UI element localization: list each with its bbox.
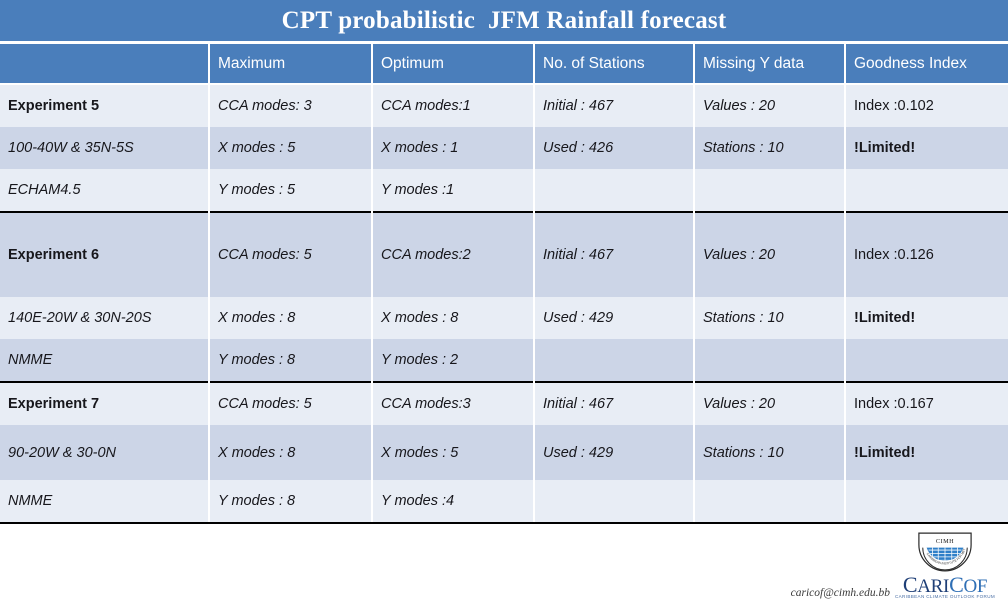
cell-goodness-index: [845, 169, 1008, 212]
cell-optimum: Y modes :1: [372, 169, 535, 212]
cell-model: NMME: [0, 480, 210, 524]
table-row: ECHAM4.5 Y modes : 5 Y modes :1: [0, 169, 1008, 212]
column-header-missing-y: Missing Y data: [694, 44, 846, 85]
footer: caricof@cimh.edu.bb CIMH CARIBBEAN INSTI…: [0, 530, 1008, 612]
cell-missing-y: Stations : 10: [694, 297, 846, 339]
table-header-row: Maximum Optimum No. of Stations Missing …: [0, 44, 1008, 85]
cell-maximum: X modes : 5: [209, 127, 373, 169]
cell-model: ECHAM4.5: [0, 169, 210, 212]
cell-missing-y: Values : 20: [694, 84, 846, 127]
cimh-seal-icon: CIMH CARIBBEAN INSTITUTE FOR METEO: [916, 530, 972, 572]
cell-missing-y: [694, 480, 846, 524]
cell-goodness-index: [845, 339, 1008, 382]
table-row: 140E-20W & 30N-20S X modes : 8 X modes :…: [0, 297, 1008, 339]
cell-domain: 90-20W & 30-0N: [0, 425, 210, 480]
cell-goodness-index: Index :0.126: [845, 211, 1008, 297]
cell-goodness-index: Index :0.102: [845, 84, 1008, 127]
cell-maximum: CCA modes: 5: [209, 381, 373, 425]
cell-optimum: X modes : 5: [372, 425, 535, 480]
cell-missing-y: Stations : 10: [694, 425, 846, 480]
table-row: NMME Y modes : 8 Y modes :4: [0, 480, 1008, 524]
cell-missing-y: Stations : 10: [694, 127, 846, 169]
cell-stations: [534, 339, 695, 382]
cell-limited-badge: !Limited!: [845, 425, 1008, 480]
cell-stations: Initial : 467: [534, 381, 695, 425]
table-row: Experiment 6 CCA modes: 5 CCA modes:2 In…: [0, 211, 1008, 297]
slide: CPT probabilistic JFM Rainfall forecast …: [0, 0, 1008, 612]
cell-limited-badge: !Limited!: [845, 127, 1008, 169]
cell-maximum: X modes : 8: [209, 425, 373, 480]
cell-optimum: X modes : 8: [372, 297, 535, 339]
column-header-experiment: [0, 44, 210, 85]
cell-optimum: CCA modes:3: [372, 381, 535, 425]
title-banner: CPT probabilistic JFM Rainfall forecast: [0, 0, 1008, 41]
forecast-table: Maximum Optimum No. of Stations Missing …: [0, 44, 1008, 524]
cell-goodness-index: Index :0.167: [845, 381, 1008, 425]
cell-maximum: CCA modes: 5: [209, 211, 373, 297]
cell-model: NMME: [0, 339, 210, 382]
cell-stations: Used : 429: [534, 297, 695, 339]
cell-missing-y: [694, 169, 846, 212]
cell-experiment-label: Experiment 5: [0, 84, 210, 127]
cell-experiment-label: Experiment 7: [0, 381, 210, 425]
caricof-tagline: CARIBBEAN CLIMATE OUTLOOK FORUM: [894, 594, 996, 599]
cell-goodness-index: [845, 480, 1008, 524]
cell-stations: [534, 169, 695, 212]
column-header-goodness-index: Goodness Index: [845, 44, 1008, 85]
cell-stations: Used : 426: [534, 127, 695, 169]
column-header-optimum: Optimum: [372, 44, 535, 85]
cell-missing-y: [694, 339, 846, 382]
cell-optimum: Y modes : 2: [372, 339, 535, 382]
column-header-maximum: Maximum: [209, 44, 373, 85]
caricof-logo: CIMH CARIBBEAN INSTITUTE FOR METEO: [886, 530, 1004, 612]
cell-stations: Initial : 467: [534, 84, 695, 127]
table-row: Experiment 5 CCA modes: 3 CCA modes:1 In…: [0, 84, 1008, 127]
table-row: NMME Y modes : 8 Y modes : 2: [0, 339, 1008, 382]
table-row: 90-20W & 30-0N X modes : 8 X modes : 5 U…: [0, 425, 1008, 480]
cell-missing-y: Values : 20: [694, 211, 846, 297]
cell-optimum: Y modes :4: [372, 480, 535, 524]
page-title: CPT probabilistic JFM Rainfall forecast: [281, 6, 727, 34]
table-row: 100-40W & 35N-5S X modes : 5 X modes : 1…: [0, 127, 1008, 169]
cell-limited-badge: !Limited!: [845, 297, 1008, 339]
cell-optimum: CCA modes:1: [372, 84, 535, 127]
cell-experiment-label: Experiment 6: [0, 211, 210, 297]
table-row: Experiment 7 CCA modes: 5 CCA modes:3 In…: [0, 381, 1008, 425]
cell-missing-y: Values : 20: [694, 381, 846, 425]
cell-maximum: CCA modes: 3: [209, 84, 373, 127]
cell-stations: Initial : 467: [534, 211, 695, 297]
cell-stations: Used : 429: [534, 425, 695, 480]
cell-maximum: Y modes : 8: [209, 339, 373, 382]
cell-maximum: Y modes : 8: [209, 480, 373, 524]
cell-domain: 100-40W & 35N-5S: [0, 127, 210, 169]
cell-optimum: X modes : 1: [372, 127, 535, 169]
svg-text:CIMH: CIMH: [936, 538, 954, 545]
cell-maximum: X modes : 8: [209, 297, 373, 339]
cell-domain: 140E-20W & 30N-20S: [0, 297, 210, 339]
contact-email[interactable]: caricof@cimh.edu.bb: [791, 587, 890, 599]
cell-maximum: Y modes : 5: [209, 169, 373, 212]
cell-optimum: CCA modes:2: [372, 211, 535, 297]
cell-stations: [534, 480, 695, 524]
column-header-stations: No. of Stations: [534, 44, 695, 85]
